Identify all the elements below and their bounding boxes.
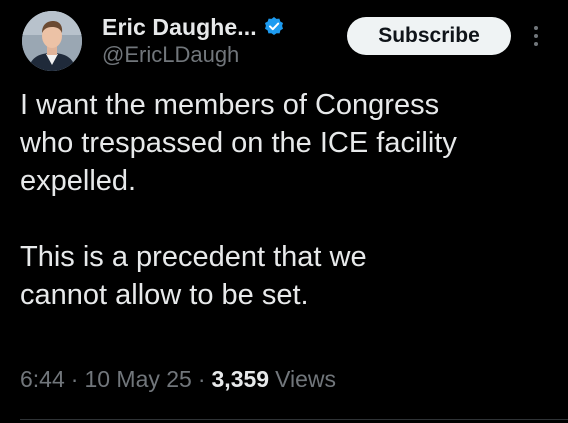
meta-separator: · <box>197 366 206 392</box>
subscribe-button[interactable]: Subscribe <box>347 17 511 55</box>
tweet-text: I want the members of Congress who tresp… <box>20 86 560 314</box>
more-dot <box>534 42 538 46</box>
tweet-paragraph: This is a precedent that we cannot allow… <box>20 241 367 311</box>
views-count: 3,359 <box>211 366 270 392</box>
author-handle[interactable]: @EricLDaugh <box>102 42 239 68</box>
avatar-photo-icon <box>22 11 82 71</box>
meta-separator: · <box>70 366 79 392</box>
display-name[interactable]: Eric Daughe... <box>102 14 257 41</box>
more-options-icon[interactable] <box>526 20 546 52</box>
verified-badge-icon[interactable] <box>263 16 285 38</box>
tweet-meta: 6:44 · 10 May 25 · 3,359 Views <box>20 366 336 393</box>
divider <box>20 419 568 420</box>
tweet-time[interactable]: 6:44 <box>20 366 65 393</box>
views-label: Views <box>275 366 337 392</box>
tweet: Eric Daughe... @EricLDaugh Subscribe I w… <box>0 0 568 423</box>
tweet-date[interactable]: 10 May 25 <box>84 366 191 393</box>
author-name-row: Eric Daughe... <box>102 12 285 42</box>
more-dot <box>534 26 538 30</box>
more-dot <box>534 34 538 38</box>
avatar[interactable] <box>22 11 82 71</box>
tweet-paragraph: I want the members of Congress who tresp… <box>20 89 457 197</box>
